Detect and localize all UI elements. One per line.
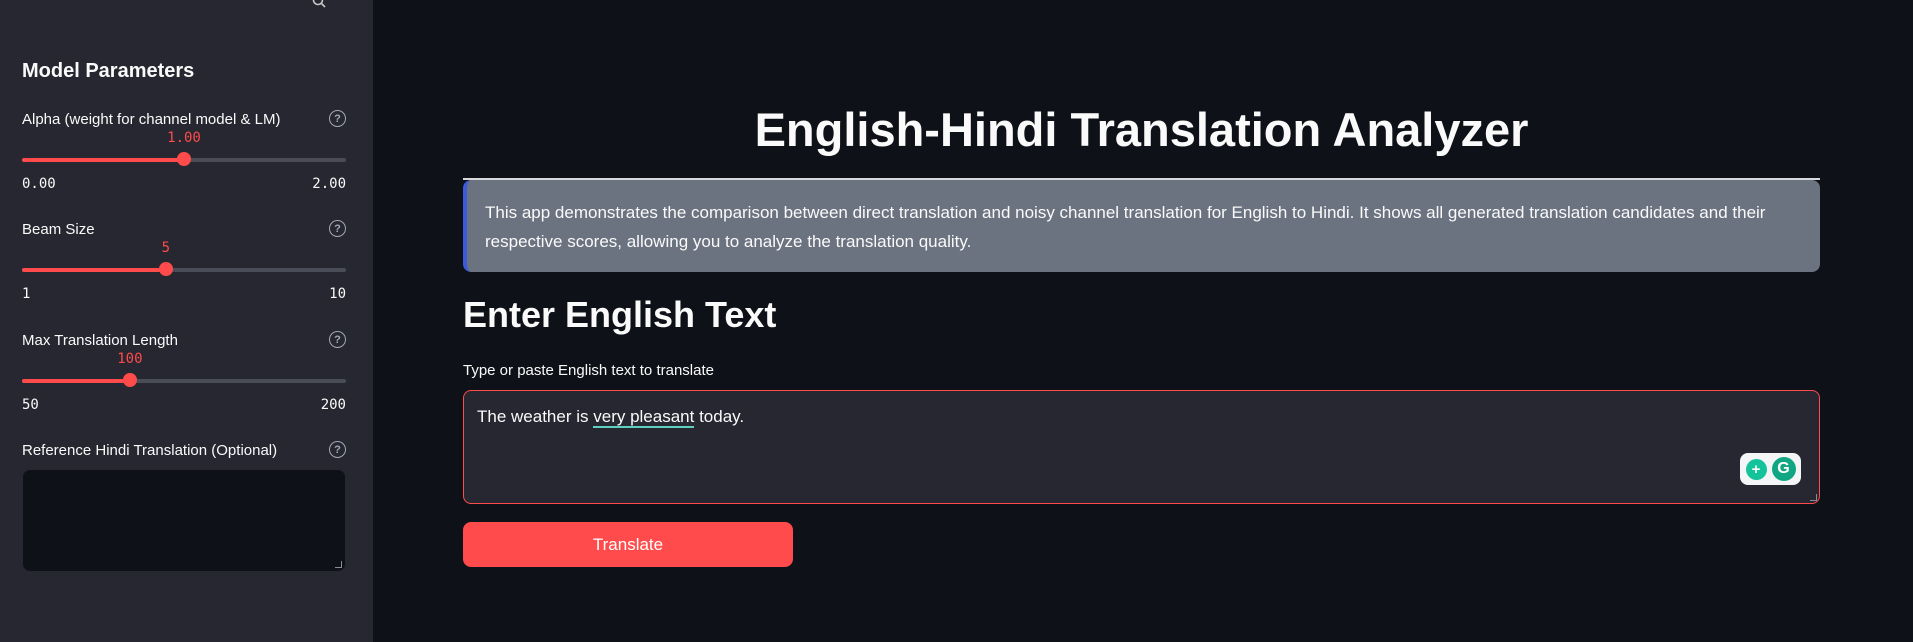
search-icon[interactable] — [312, 0, 328, 10]
resize-grip-icon[interactable] — [335, 561, 342, 568]
grammarly-logo-icon[interactable]: G — [1771, 457, 1796, 481]
english-text-input[interactable]: The weather is very pleasant today. + G — [463, 390, 1820, 504]
alpha-label: Alpha (weight for channel model & LM) — [22, 111, 281, 128]
beam-size-min: 1 — [22, 286, 31, 302]
grammarly-suggestion-icon[interactable]: + — [1745, 458, 1767, 480]
input-text-start: The weather is — [477, 407, 594, 426]
max-length-max: 200 — [320, 397, 346, 413]
grammarly-widget[interactable]: + G — [1740, 453, 1801, 485]
sidebar: Model Parameters Alpha (weight for chann… — [0, 0, 373, 642]
beam-size-label: Beam Size — [22, 221, 95, 238]
main-content: English-Hindi Translation Analyzer This … — [373, 0, 1913, 642]
max-length-min: 50 — [22, 397, 39, 413]
alpha-min: 0.00 — [22, 176, 56, 192]
max-length-label: Max Translation Length — [22, 332, 178, 349]
max-length-slider[interactable]: 100 — [22, 351, 346, 387]
help-circle-icon[interactable]: ? — [329, 441, 346, 458]
help-circle-icon[interactable]: ? — [329, 220, 346, 237]
input-label: Type or paste English text to translate — [463, 362, 714, 379]
beam-size-slider-thumb[interactable] — [158, 262, 173, 276]
max-length-slider-value: 100 — [117, 351, 143, 367]
section-heading: Enter English Text — [463, 294, 777, 335]
max-length-slider-fill — [22, 379, 130, 383]
reference-textarea[interactable] — [22, 469, 346, 572]
alpha-max: 2.00 — [312, 176, 346, 192]
alpha-slider-fill — [22, 158, 184, 162]
max-length-slider-thumb[interactable] — [122, 373, 137, 387]
beam-size-slider-fill — [22, 268, 166, 272]
input-text-end: today. — [694, 407, 745, 426]
alpha-slider-value: 1.00 — [167, 130, 201, 146]
beam-size-slider[interactable]: 5 — [22, 240, 346, 276]
reference-label: Reference Hindi Translation (Optional) — [22, 442, 278, 459]
beam-size-max: 10 — [329, 286, 346, 302]
page-title: English-Hindi Translation Analyzer — [754, 103, 1529, 156]
help-circle-icon[interactable]: ? — [329, 110, 346, 127]
beam-size-slider-value: 5 — [161, 240, 171, 256]
alpha-slider-thumb[interactable] — [177, 152, 191, 166]
grammarly-flagged-phrase[interactable]: very pleasant — [593, 407, 695, 428]
help-circle-icon[interactable]: ? — [329, 331, 346, 348]
translate-button[interactable]: Translate — [463, 522, 793, 567]
info-box: This app demonstrates the comparison bet… — [463, 180, 1820, 272]
alpha-slider[interactable]: 1.00 — [22, 130, 346, 166]
resize-grip-icon[interactable] — [1810, 494, 1817, 501]
sidebar-heading: Model Parameters — [22, 60, 195, 82]
